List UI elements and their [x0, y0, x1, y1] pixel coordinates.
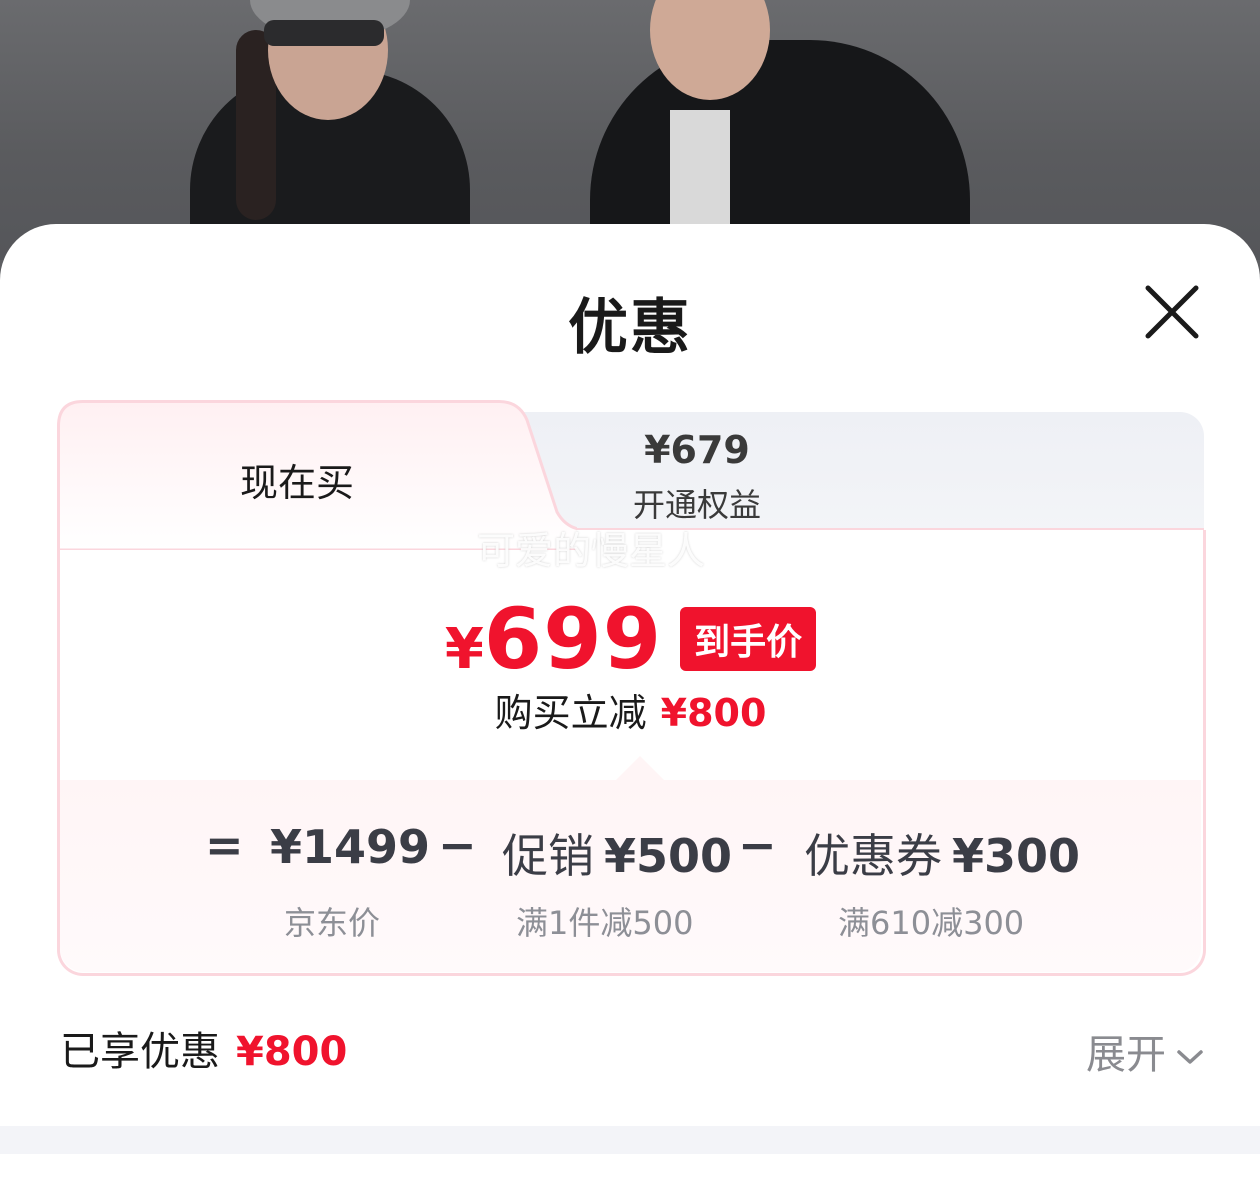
tab-buy-now-label: 现在买: [239, 461, 354, 505]
price-breakdown: = ¥1499 京东价 − 促销 ¥500 满1件减500 − 优惠券 ¥300 满…: [60, 756, 1201, 972]
expand-button[interactable]: 展开: [1086, 1022, 1204, 1080]
final-price-row: ¥699 到手价: [57, 590, 1204, 688]
watermark: 可爱的慢星人: [477, 529, 706, 573]
enjoyed-discount-amount: ¥800: [236, 1029, 348, 1075]
enjoyed-discount: 已享优惠 ¥800: [60, 1019, 347, 1077]
instant-discount-amount: ¥800: [660, 691, 767, 735]
instant-discount: 购买立减 ¥800: [57, 682, 1204, 737]
promotion-amount: 促销 ¥500: [502, 820, 732, 886]
close-icon: [1145, 285, 1199, 339]
promotion-label: 促销: [502, 829, 594, 883]
equals-sign: =: [205, 818, 244, 872]
coupon-value: ¥300: [952, 829, 1081, 883]
model-left-glasses: [264, 20, 384, 46]
breakdown-pointer: [616, 756, 664, 780]
minus-sign: −: [438, 818, 477, 872]
model-right-shirt: [670, 110, 730, 230]
price-amount: 699: [483, 590, 663, 688]
coupon-amount: 优惠券 ¥300: [804, 820, 1080, 886]
discount-sheet: 优惠 ¥679 开通权益 现在买 可爱的慢星人 ¥699 到手价 购买立减 ¥8…: [0, 224, 1260, 1187]
price-card: ¥679 开通权益 现在买 可爱的慢星人 ¥699到手价 购买立减¥800: [57, 400, 1206, 978]
minus-sign: −: [738, 818, 777, 872]
bottom-divider: [0, 1126, 1260, 1154]
expand-label: 展开: [1086, 1032, 1166, 1078]
coupon-rule: 满610减300: [838, 904, 1025, 942]
instant-discount-label: 购买立减: [494, 691, 647, 735]
promotion-rule: 满1件减500: [516, 904, 694, 942]
final-price: ¥699: [445, 590, 662, 688]
chevron-down-icon: [1177, 1050, 1203, 1064]
jd-price-label: 京东价: [284, 904, 381, 942]
jd-price: ¥1499: [270, 820, 431, 874]
close-button[interactable]: [1140, 280, 1204, 344]
price-currency: ¥: [444, 617, 484, 682]
enjoyed-discount-label: 已享优惠: [60, 1029, 220, 1075]
promotion-value: ¥500: [604, 829, 733, 883]
sheet-title: 优惠: [568, 293, 692, 363]
product-photo: [0, 0, 1260, 260]
final-price-badge: 到手价: [680, 607, 817, 671]
coupon-label: 优惠券: [804, 829, 942, 883]
